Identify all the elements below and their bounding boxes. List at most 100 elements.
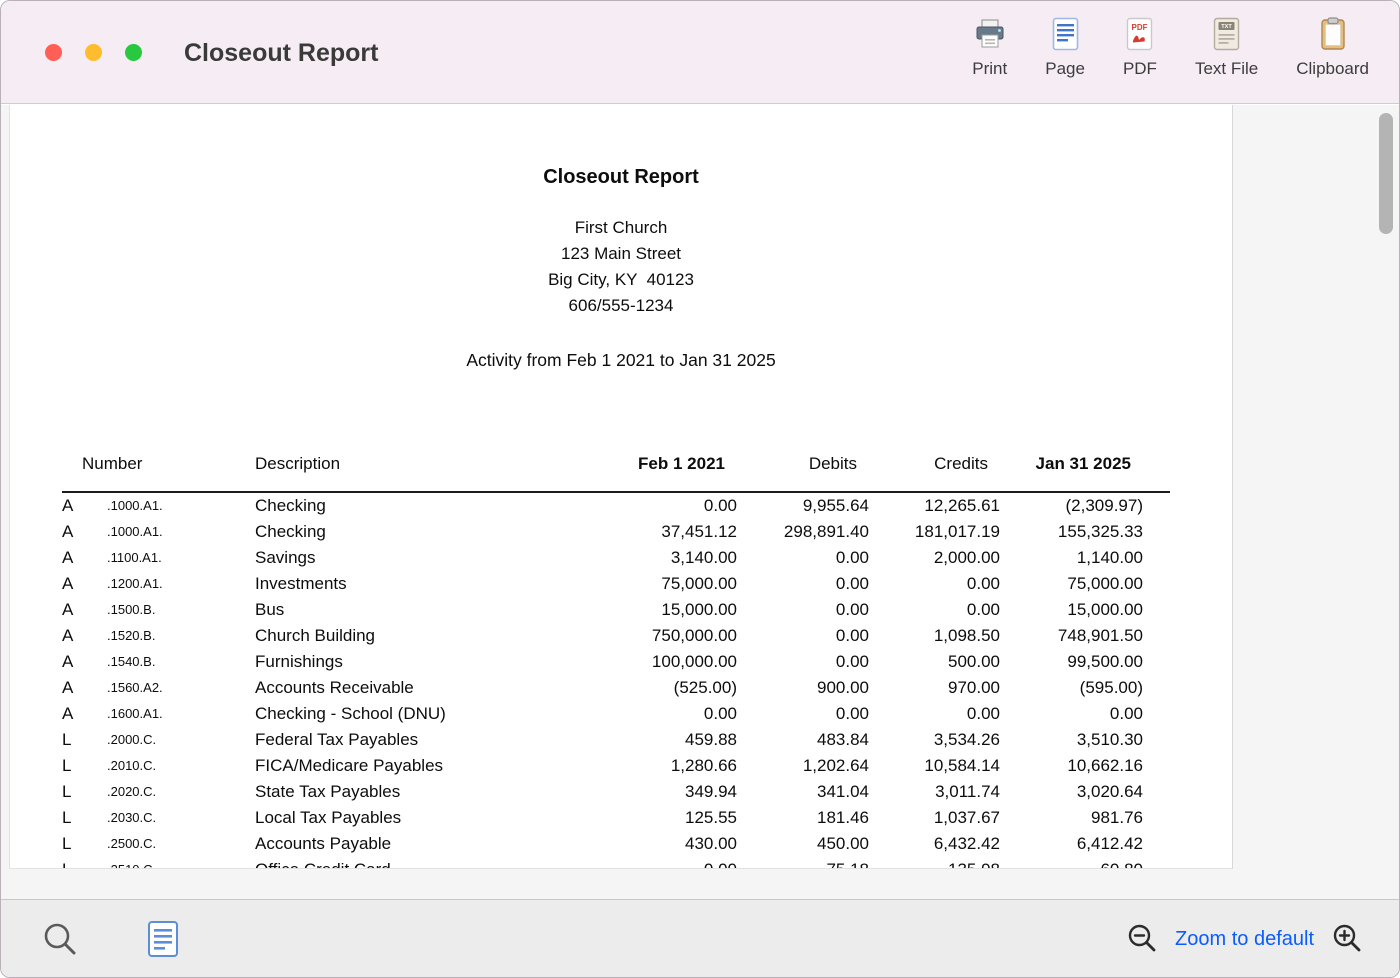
account-number-cell: .1520.B. xyxy=(107,623,255,649)
table-row: A .1000.A1. Checking 0.00 9,955.64 12,26… xyxy=(62,493,1170,519)
beginning-balance-cell: 125.55 xyxy=(585,805,737,831)
credits-cell: 0.00 xyxy=(869,571,1000,597)
account-description-cell: State Tax Payables xyxy=(255,779,585,805)
beginning-balance-cell: 0.00 xyxy=(585,493,737,519)
account-description-cell: Checking - School (DNU) xyxy=(255,701,585,727)
debits-cell: 0.00 xyxy=(737,597,869,623)
table-row: L .2510.C. Office Credit Card 0.00 75.18… xyxy=(62,857,1170,869)
account-description-cell: Checking xyxy=(255,519,585,545)
table-row: A .1100.A1. Savings 3,140.00 0.00 2,000.… xyxy=(62,545,1170,571)
minimize-window-button[interactable] xyxy=(85,44,102,61)
account-type-cell: A xyxy=(62,597,107,623)
account-description-cell: Investments xyxy=(255,571,585,597)
pdf-button[interactable]: PDF PDF xyxy=(1123,16,1157,79)
account-description-cell: Federal Tax Payables xyxy=(255,727,585,753)
debits-cell: 181.46 xyxy=(737,805,869,831)
credits-cell: 1,037.67 xyxy=(869,805,1000,831)
organization-phone: 606/555-1234 xyxy=(10,293,1232,319)
ending-balance-cell: 0.00 xyxy=(1000,701,1143,727)
pdf-icon: PDF xyxy=(1126,16,1153,52)
debits-cell: 0.00 xyxy=(737,545,869,571)
account-number-cell: .2020.C. xyxy=(107,779,255,805)
pdf-label: PDF xyxy=(1123,59,1157,79)
account-number-cell: .1540.B. xyxy=(107,649,255,675)
ending-balance-cell: 60.80 xyxy=(1000,857,1143,869)
credits-cell: 6,432.42 xyxy=(869,831,1000,857)
account-number-cell: .2030.C. xyxy=(107,805,255,831)
zoom-out-button[interactable] xyxy=(1126,922,1158,957)
zoom-out-icon xyxy=(1126,942,1158,957)
ending-balance-cell: 981.76 xyxy=(1000,805,1143,831)
account-number-cell: .1560.A2. xyxy=(107,675,255,701)
organization-address-line1: 123 Main Street xyxy=(10,241,1232,267)
account-description-cell: Bus xyxy=(255,597,585,623)
zoom-to-default-button[interactable]: Zoom to default xyxy=(1175,928,1314,951)
account-description-cell: Local Tax Payables xyxy=(255,805,585,831)
ending-balance-cell: 1,140.00 xyxy=(1000,545,1143,571)
zoom-window-button[interactable] xyxy=(125,44,142,61)
beginning-balance-cell: 100,000.00 xyxy=(585,649,737,675)
zoom-to-default-label: Zoom to default xyxy=(1175,928,1314,950)
zoom-in-icon xyxy=(1331,942,1363,957)
beginning-balance-cell: 37,451.12 xyxy=(585,519,737,545)
account-type-cell: A xyxy=(62,493,107,519)
account-description-cell: Accounts Payable xyxy=(255,831,585,857)
credits-cell: 3,011.74 xyxy=(869,779,1000,805)
app-window: Closeout Report Print xyxy=(0,0,1400,978)
header-beginning-date: Feb 1 2021 xyxy=(585,451,737,477)
beginning-balance-cell: (525.00) xyxy=(585,675,737,701)
table-row: A .1000.A1. Checking 37,451.12 298,891.4… xyxy=(62,519,1170,545)
window-controls xyxy=(45,44,142,61)
text-preview-button[interactable] xyxy=(147,920,179,961)
beginning-balance-cell: 1,280.66 xyxy=(585,753,737,779)
text-file-label: Text File xyxy=(1195,59,1258,79)
report-table: Number Description Feb 1 2021 Debits Cre… xyxy=(62,435,1170,869)
credits-cell: 181,017.19 xyxy=(869,519,1000,545)
header-description: Description xyxy=(255,451,585,477)
ending-balance-cell: 155,325.33 xyxy=(1000,519,1143,545)
debits-cell: 900.00 xyxy=(737,675,869,701)
debits-cell: 483.84 xyxy=(737,727,869,753)
credits-cell: 3,534.26 xyxy=(869,727,1000,753)
zoom-in-button[interactable] xyxy=(1331,922,1363,957)
zoom-controls: Zoom to default xyxy=(1126,900,1363,978)
vertical-scrollbar-thumb[interactable] xyxy=(1379,113,1393,234)
credits-cell: 2,000.00 xyxy=(869,545,1000,571)
print-button[interactable]: Print xyxy=(972,16,1007,79)
account-type-cell: L xyxy=(62,831,107,857)
svg-text:TXT: TXT xyxy=(1221,24,1232,30)
credits-cell: 970.00 xyxy=(869,675,1000,701)
magnifier-button[interactable] xyxy=(41,920,79,961)
ending-balance-cell: 10,662.16 xyxy=(1000,753,1143,779)
credits-cell: 135.98 xyxy=(869,857,1000,869)
credits-cell: 0.00 xyxy=(869,597,1000,623)
account-number-cell: .1100.A1. xyxy=(107,545,255,571)
table-row: L .2020.C. State Tax Payables 349.94 341… xyxy=(62,779,1170,805)
debits-cell: 9,955.64 xyxy=(737,493,869,519)
ending-balance-cell: 6,412.42 xyxy=(1000,831,1143,857)
account-type-cell: L xyxy=(62,727,107,753)
beginning-balance-cell: 750,000.00 xyxy=(585,623,737,649)
debits-cell: 450.00 xyxy=(737,831,869,857)
document-lines-icon xyxy=(147,946,179,961)
magnifier-icon xyxy=(41,946,79,961)
account-type-cell: A xyxy=(62,571,107,597)
account-type-cell: L xyxy=(62,779,107,805)
report-title: Closeout Report xyxy=(10,165,1232,189)
credits-cell: 500.00 xyxy=(869,649,1000,675)
credits-cell: 0.00 xyxy=(869,701,1000,727)
toolbar: Print Page P xyxy=(972,16,1369,79)
header-credits: Credits xyxy=(869,451,1000,477)
beginning-balance-cell: 430.00 xyxy=(585,831,737,857)
account-number-cell: .2010.C. xyxy=(107,753,255,779)
account-number-cell: .2500.C. xyxy=(107,831,255,857)
close-window-button[interactable] xyxy=(45,44,62,61)
ending-balance-cell: 3,510.30 xyxy=(1000,727,1143,753)
account-description-cell: Checking xyxy=(255,493,585,519)
clipboard-button[interactable]: Clipboard xyxy=(1296,16,1369,79)
page-button[interactable]: Page xyxy=(1045,16,1085,79)
beginning-balance-cell: 349.94 xyxy=(585,779,737,805)
text-file-button[interactable]: TXT Text File xyxy=(1195,16,1258,79)
account-description-cell: FICA/Medicare Payables xyxy=(255,753,585,779)
account-number-cell: .2000.C. xyxy=(107,727,255,753)
